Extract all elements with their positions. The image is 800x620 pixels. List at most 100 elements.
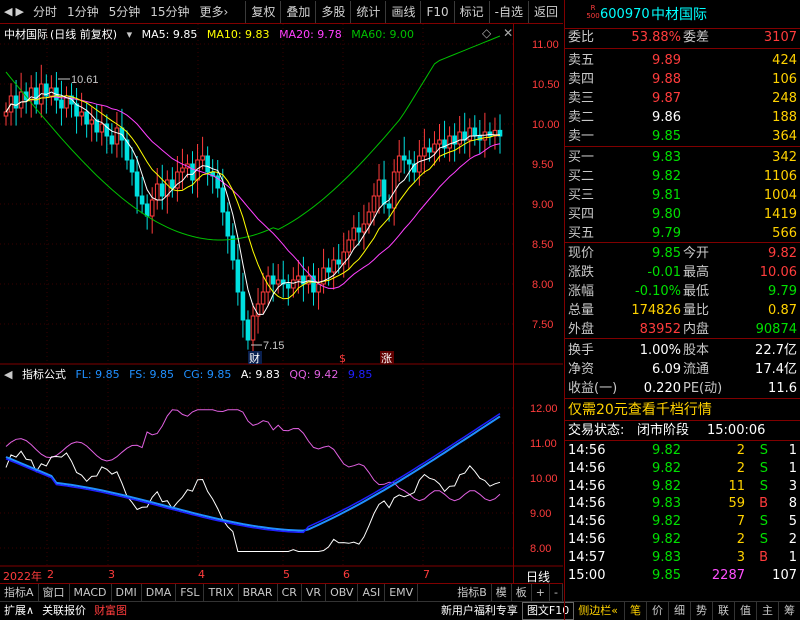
tab-timeshare[interactable]: 分时	[28, 1, 62, 23]
tab-board[interactable]: 板	[512, 584, 532, 601]
quote-row[interactable]: 外盘 83952 内盘 90874	[565, 320, 800, 339]
tick-row[interactable]: 14:56 9.82 7 S 5	[565, 513, 800, 531]
fund-row[interactable]: 收益(一) 0.220 PE(动) 11.6	[565, 379, 800, 398]
buy-row[interactable]: 买四 9.80 1419	[565, 205, 800, 224]
weibi-label: 委比	[568, 30, 595, 45]
candle-body	[356, 227, 362, 233]
tab-fsl[interactable]: FSL	[176, 584, 205, 601]
y-tick-label: 12.00	[530, 403, 558, 415]
tab-5min[interactable]: 5分钟	[104, 1, 146, 23]
expand-button[interactable]: 扩展∧	[0, 602, 38, 620]
promo-row[interactable]: 仅需20元查看千档行情	[565, 398, 800, 420]
buy-row[interactable]: 买三 9.81 1004	[565, 186, 800, 205]
tab-1min[interactable]: 1分钟	[62, 1, 104, 23]
fund-row[interactable]: 净资 6.09 流通 17.4亿	[565, 360, 800, 379]
tick-row[interactable]: 14:56 9.82 2 S 1	[565, 442, 800, 460]
sell-row[interactable]: 卖四 9.88 106	[565, 70, 800, 89]
watchlist-button[interactable]: -自选	[488, 0, 528, 23]
tick-row[interactable]: 15:00 9.85 2287 107	[565, 567, 800, 585]
quote-row[interactable]: 总量 174826 量比 0.87	[565, 301, 800, 320]
buy-row[interactable]: 买一 9.83 342	[565, 148, 800, 167]
multi-stock-button[interactable]: 多股	[315, 0, 350, 23]
collapse-icon[interactable]: ◀	[4, 368, 12, 381]
low-marker: 7.15	[251, 340, 284, 352]
quote-row[interactable]: 涨幅 -0.10% 最低 9.79	[565, 282, 800, 301]
tick-time: 14:57	[568, 549, 606, 565]
sell-row[interactable]: 卖一 9.85 364	[565, 127, 800, 146]
tick-row[interactable]: 14:56 9.82 2 S 1	[565, 460, 800, 478]
buy-row[interactable]: 买二 9.82 1106	[565, 167, 800, 186]
tab-dma[interactable]: DMA	[142, 584, 177, 601]
candle-body	[99, 123, 105, 133]
candle-body	[432, 143, 437, 153]
event-marker-limit-up[interactable]: 涨	[380, 351, 394, 365]
tick-price: 9.82	[652, 514, 681, 530]
tab-indicator-b[interactable]: 指标B	[453, 584, 492, 601]
event-marker-finance[interactable]: 财	[248, 351, 262, 365]
quote-row[interactable]: 涨跌 -0.01 最高 10.06	[565, 263, 800, 282]
wealth-chart-button[interactable]: 财富图	[90, 602, 131, 620]
tick-volume: 2287	[711, 567, 745, 583]
stats-button[interactable]: 统计	[350, 0, 385, 23]
buy-price: 9.80	[652, 207, 681, 222]
fund-value: 22.7亿	[755, 343, 797, 358]
tick-row[interactable]: 14:56 9.83 59 B 8	[565, 495, 800, 513]
candle-body	[94, 119, 100, 133]
indicator-name[interactable]: 指标公式	[22, 368, 66, 381]
tab-more[interactable]: 更多›	[195, 1, 234, 23]
back-arrow-icon[interactable]: ◀	[4, 5, 12, 18]
indicator-y-labels: 12.00 11.00 10.00 9.00 8.00	[530, 403, 558, 555]
fund-value: 6.09	[652, 362, 681, 377]
candle-body	[447, 135, 452, 149]
tick-time: 14:56	[568, 478, 606, 494]
buy-volume: 342	[772, 150, 797, 165]
nav-arrows[interactable]: ◀ ▶	[0, 5, 28, 18]
candle-body	[129, 159, 135, 173]
tab-indicator-a[interactable]: 指标A	[0, 584, 39, 601]
quote-value: 10.06	[759, 265, 797, 280]
tab-obv[interactable]: OBV	[326, 584, 359, 601]
tab-15min[interactable]: 15分钟	[145, 1, 194, 23]
mark-button[interactable]: 标记	[453, 0, 489, 23]
indicator-cg-line	[5, 412, 501, 534]
new-user-promo[interactable]: 新用户福利专享	[437, 602, 522, 620]
related-quote-button[interactable]: 关联报价	[38, 602, 90, 620]
return-button[interactable]: 返回	[527, 0, 563, 23]
tick-count: 107	[772, 567, 797, 583]
kline-chart[interactable]: 11.00 10.50 10.00 9.50 9.00 8.50 8.00 7.50 12.0…	[0, 24, 563, 584]
tab-macd[interactable]: MACD	[70, 584, 112, 601]
tick-row[interactable]: 14:56 9.82 11 S 3	[565, 478, 800, 496]
adjust-button[interactable]: 复权	[245, 0, 280, 23]
tab-vr[interactable]: VR	[302, 584, 327, 601]
quote-panel: R 500 600970 中材国际 委比 53.88% 委差 3107 卖五 9.8…	[564, 0, 800, 620]
tab-template[interactable]: 模	[492, 584, 512, 601]
sell-row[interactable]: 卖五 9.89 424	[565, 51, 800, 70]
forward-arrow-icon[interactable]: ▶	[15, 5, 23, 18]
add-tab-button[interactable]: +	[532, 584, 551, 601]
tab-brar[interactable]: BRAR	[239, 584, 278, 601]
overlay-button[interactable]: 叠加	[280, 0, 315, 23]
remove-tab-button[interactable]: -	[550, 584, 563, 601]
event-marker-dividend[interactable]: $	[339, 352, 346, 365]
tick-row[interactable]: 14:57 9.83 3 B 1	[565, 549, 800, 567]
sell-row[interactable]: 卖二 9.86 188	[565, 108, 800, 127]
quote-value: -0.10%	[635, 284, 681, 299]
tab-emv[interactable]: EMV	[385, 584, 419, 601]
quote-row[interactable]: 现价 9.85 今开 9.82	[565, 244, 800, 263]
tab-dmi[interactable]: DMI	[112, 584, 142, 601]
f10-button[interactable]: F10	[420, 0, 453, 23]
tab-asi[interactable]: ASI	[358, 584, 386, 601]
sell-row[interactable]: 卖三 9.87 248	[565, 89, 800, 108]
candle-body	[240, 291, 246, 321]
tab-window[interactable]: 窗口	[39, 584, 70, 601]
tick-count: 8	[788, 496, 797, 512]
tab-trix[interactable]: TRIX	[204, 584, 239, 601]
quote-value: 90874	[755, 322, 797, 337]
promo-text[interactable]: 仅需20元查看千档行情	[568, 399, 712, 421]
candle-body	[139, 195, 145, 205]
fund-row[interactable]: 换手 1.00% 股本 22.7亿	[565, 341, 800, 360]
tick-row[interactable]: 14:56 9.82 2 S 2	[565, 531, 800, 549]
tab-cr[interactable]: CR	[278, 584, 302, 601]
buy-row[interactable]: 买五 9.79 566	[565, 224, 800, 243]
draw-button[interactable]: 画线	[385, 0, 420, 23]
